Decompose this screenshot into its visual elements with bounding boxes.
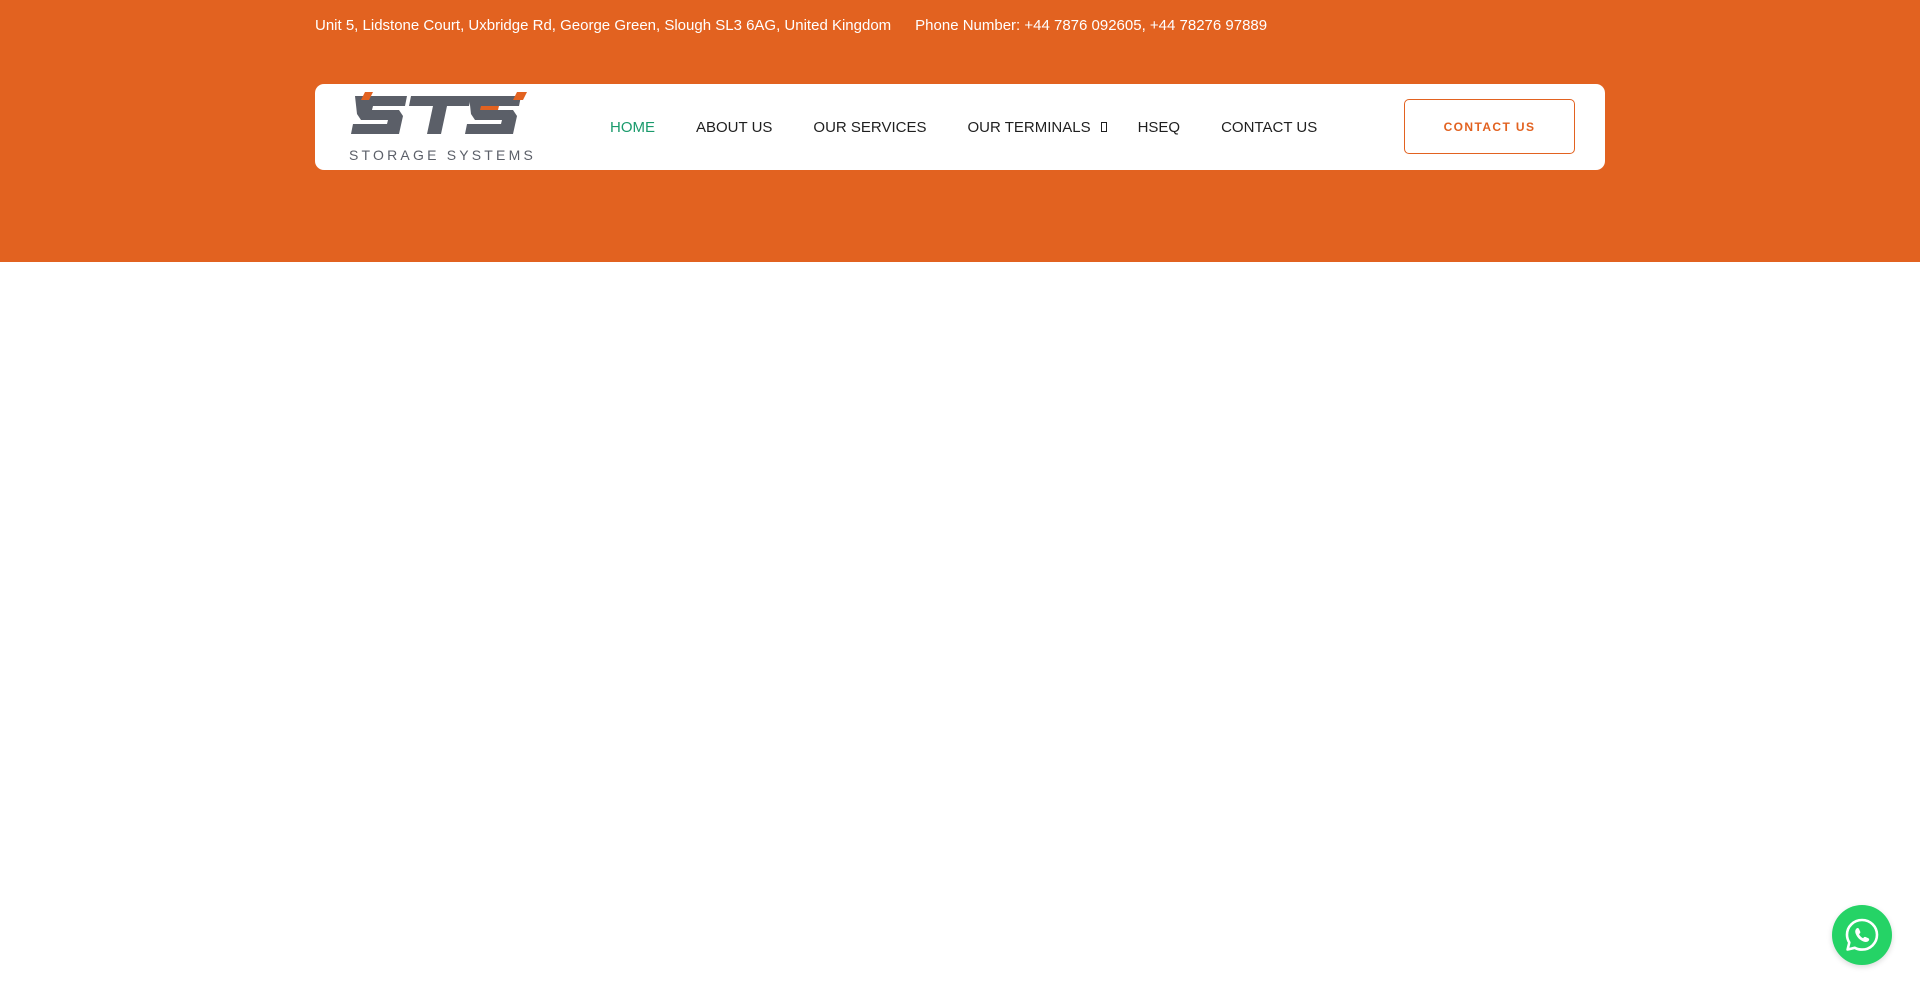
main-navigation: HOME ABOUT US OUR SERVICES OUR TERMINALS… xyxy=(610,84,1317,170)
nav-item-about-us[interactable]: ABOUT US xyxy=(696,119,772,136)
contact-us-button[interactable]: CONTACT US xyxy=(1404,99,1575,154)
nav-item-our-terminals-label: OUR TERMINALS xyxy=(967,118,1091,136)
phone-text: Phone Number: +44 7876 092605, +44 78276… xyxy=(915,17,1268,34)
nav-item-our-services[interactable]: OUR SERVICES xyxy=(813,119,926,136)
logo-tagline: STORAGE SYSTEMS xyxy=(349,147,536,163)
chevron-down-icon[interactable] xyxy=(1100,122,1107,132)
nav-item-hseq[interactable]: HSEQ xyxy=(1138,119,1181,136)
whatsapp-icon xyxy=(1845,918,1879,951)
sts-logo[interactable]: STORAGE SYSTEMS xyxy=(349,90,536,164)
logo-mark-icon xyxy=(351,92,527,134)
nav-item-contact-us[interactable]: CONTACT US xyxy=(1221,119,1317,136)
nav-item-our-terminals[interactable]: OUR TERMINALS xyxy=(967,118,1107,136)
whatsapp-chat-button[interactable] xyxy=(1832,905,1892,965)
nav-item-home[interactable]: HOME xyxy=(610,119,655,136)
address-text: Unit 5, Lidstone Court, Uxbridge Rd, Geo… xyxy=(315,17,892,34)
header-banner: Unit 5, Lidstone Court, Uxbridge Rd, Geo… xyxy=(0,0,1920,262)
navigation-card: STORAGE SYSTEMS HOME ABOUT US OUR SERVIC… xyxy=(315,84,1605,170)
contact-info-bar: Unit 5, Lidstone Court, Uxbridge Rd, Geo… xyxy=(315,17,1267,34)
